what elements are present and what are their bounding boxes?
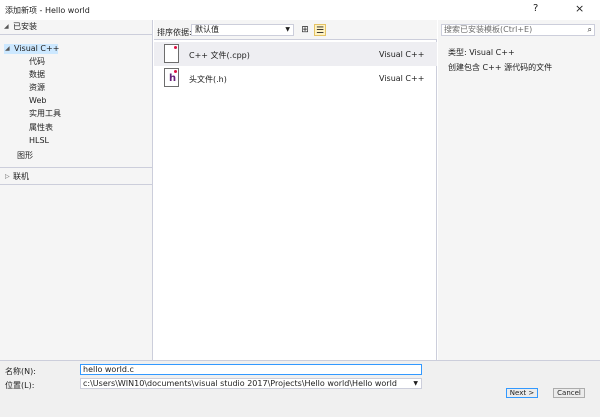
tree-item-hlsl[interactable]: HLSL bbox=[29, 136, 49, 146]
tree-item-graphics[interactable]: 图形 bbox=[17, 151, 33, 161]
tree-installed-label: 已安装 bbox=[13, 22, 37, 31]
chevron-down-icon[interactable]: ◢ bbox=[4, 23, 9, 30]
location-label: 位置(L): bbox=[5, 381, 35, 390]
tree-online-label: 联机 bbox=[13, 172, 29, 181]
help-button[interactable]: ? bbox=[533, 3, 538, 14]
cancel-button[interactable]: Cancel bbox=[553, 388, 585, 398]
grid-view-icon[interactable]: ⊞ bbox=[299, 24, 311, 36]
item-form: 名称(N): hello world.c 位置(L): c:\Users\WIN… bbox=[0, 360, 600, 417]
template-list-pane: 排序依据: 默认值 ▼ ⊞ ☰ C++ 文件(.cpp) Visual C++ … bbox=[154, 20, 437, 360]
close-button[interactable]: × bbox=[575, 2, 584, 15]
template-description: 创建包含 C++ 源代码的文件 bbox=[448, 63, 553, 72]
tree-item-web[interactable]: Web bbox=[29, 96, 46, 106]
sort-select[interactable]: 默认值 ▼ bbox=[191, 24, 294, 36]
template-tree: ◢ 已安装 ◢ Visual C++ 代码 数据 资源 Web 实用工具 属性表… bbox=[0, 20, 153, 360]
template-type-info: 类型: Visual C++ bbox=[448, 48, 515, 57]
template-name: 头文件(.h) bbox=[189, 75, 227, 84]
search-icon[interactable]: ⌕ bbox=[588, 25, 592, 35]
location-value: c:\Users\WIN10\documents\visual studio 2… bbox=[83, 379, 397, 388]
tree-online-header[interactable]: ▷ 联机 bbox=[0, 171, 153, 182]
template-row-header[interactable]: h 头文件(.h) Visual C++ bbox=[154, 66, 437, 90]
title-bar: 添加新项 - Hello world ? × bbox=[0, 0, 600, 20]
list-view-icon[interactable]: ☰ bbox=[314, 24, 326, 36]
tree-divider bbox=[0, 184, 153, 185]
chevron-down-icon: ▼ bbox=[285, 26, 290, 33]
template-row-cpp[interactable]: C++ 文件(.cpp) Visual C++ bbox=[154, 42, 437, 66]
template-type: Visual C++ bbox=[379, 74, 425, 83]
chevron-down-icon[interactable]: ▼ bbox=[413, 379, 418, 388]
tree-divider bbox=[0, 34, 153, 35]
next-button[interactable]: Next > bbox=[506, 388, 538, 398]
tree-item-label: Visual C++ bbox=[14, 44, 60, 53]
template-name: C++ 文件(.cpp) bbox=[189, 51, 250, 60]
sort-value: 默认值 bbox=[195, 25, 219, 34]
tree-divider bbox=[0, 167, 153, 168]
chevron-down-icon[interactable]: ◢ bbox=[5, 44, 10, 54]
tree-item-resource[interactable]: 资源 bbox=[29, 83, 45, 93]
header-file-icon: h bbox=[164, 68, 179, 87]
tree-item-data[interactable]: 数据 bbox=[29, 70, 45, 80]
name-field[interactable]: hello world.c bbox=[80, 364, 422, 375]
file-badge-icon bbox=[174, 46, 177, 49]
sort-bar: 排序依据: 默认值 ▼ ⊞ ☰ bbox=[154, 20, 437, 40]
details-pane: 搜索已安装模板(Ctrl+E) ⌕ 类型: Visual C++ 创建包含 C+… bbox=[438, 20, 600, 360]
tree-item-property-sheet[interactable]: 属性表 bbox=[29, 123, 53, 133]
sort-label: 排序依据: bbox=[157, 28, 192, 37]
template-type: Visual C++ bbox=[379, 50, 425, 59]
chevron-right-icon[interactable]: ▷ bbox=[5, 173, 10, 180]
search-input[interactable]: 搜索已安装模板(Ctrl+E) ⌕ bbox=[441, 24, 595, 36]
tree-item-visual-cpp[interactable]: ◢ Visual C++ bbox=[4, 44, 60, 54]
tree-installed-header[interactable]: ◢ 已安装 bbox=[0, 21, 153, 32]
search-placeholder: 搜索已安装模板(Ctrl+E) bbox=[444, 25, 533, 34]
name-label: 名称(N): bbox=[5, 367, 36, 376]
window-title: 添加新项 - Hello world bbox=[5, 6, 90, 15]
cpp-file-icon bbox=[164, 44, 179, 63]
location-field[interactable]: c:\Users\WIN10\documents\visual studio 2… bbox=[80, 378, 422, 389]
tree-item-utility[interactable]: 实用工具 bbox=[29, 109, 61, 119]
tree-item-code[interactable]: 代码 bbox=[29, 57, 45, 67]
